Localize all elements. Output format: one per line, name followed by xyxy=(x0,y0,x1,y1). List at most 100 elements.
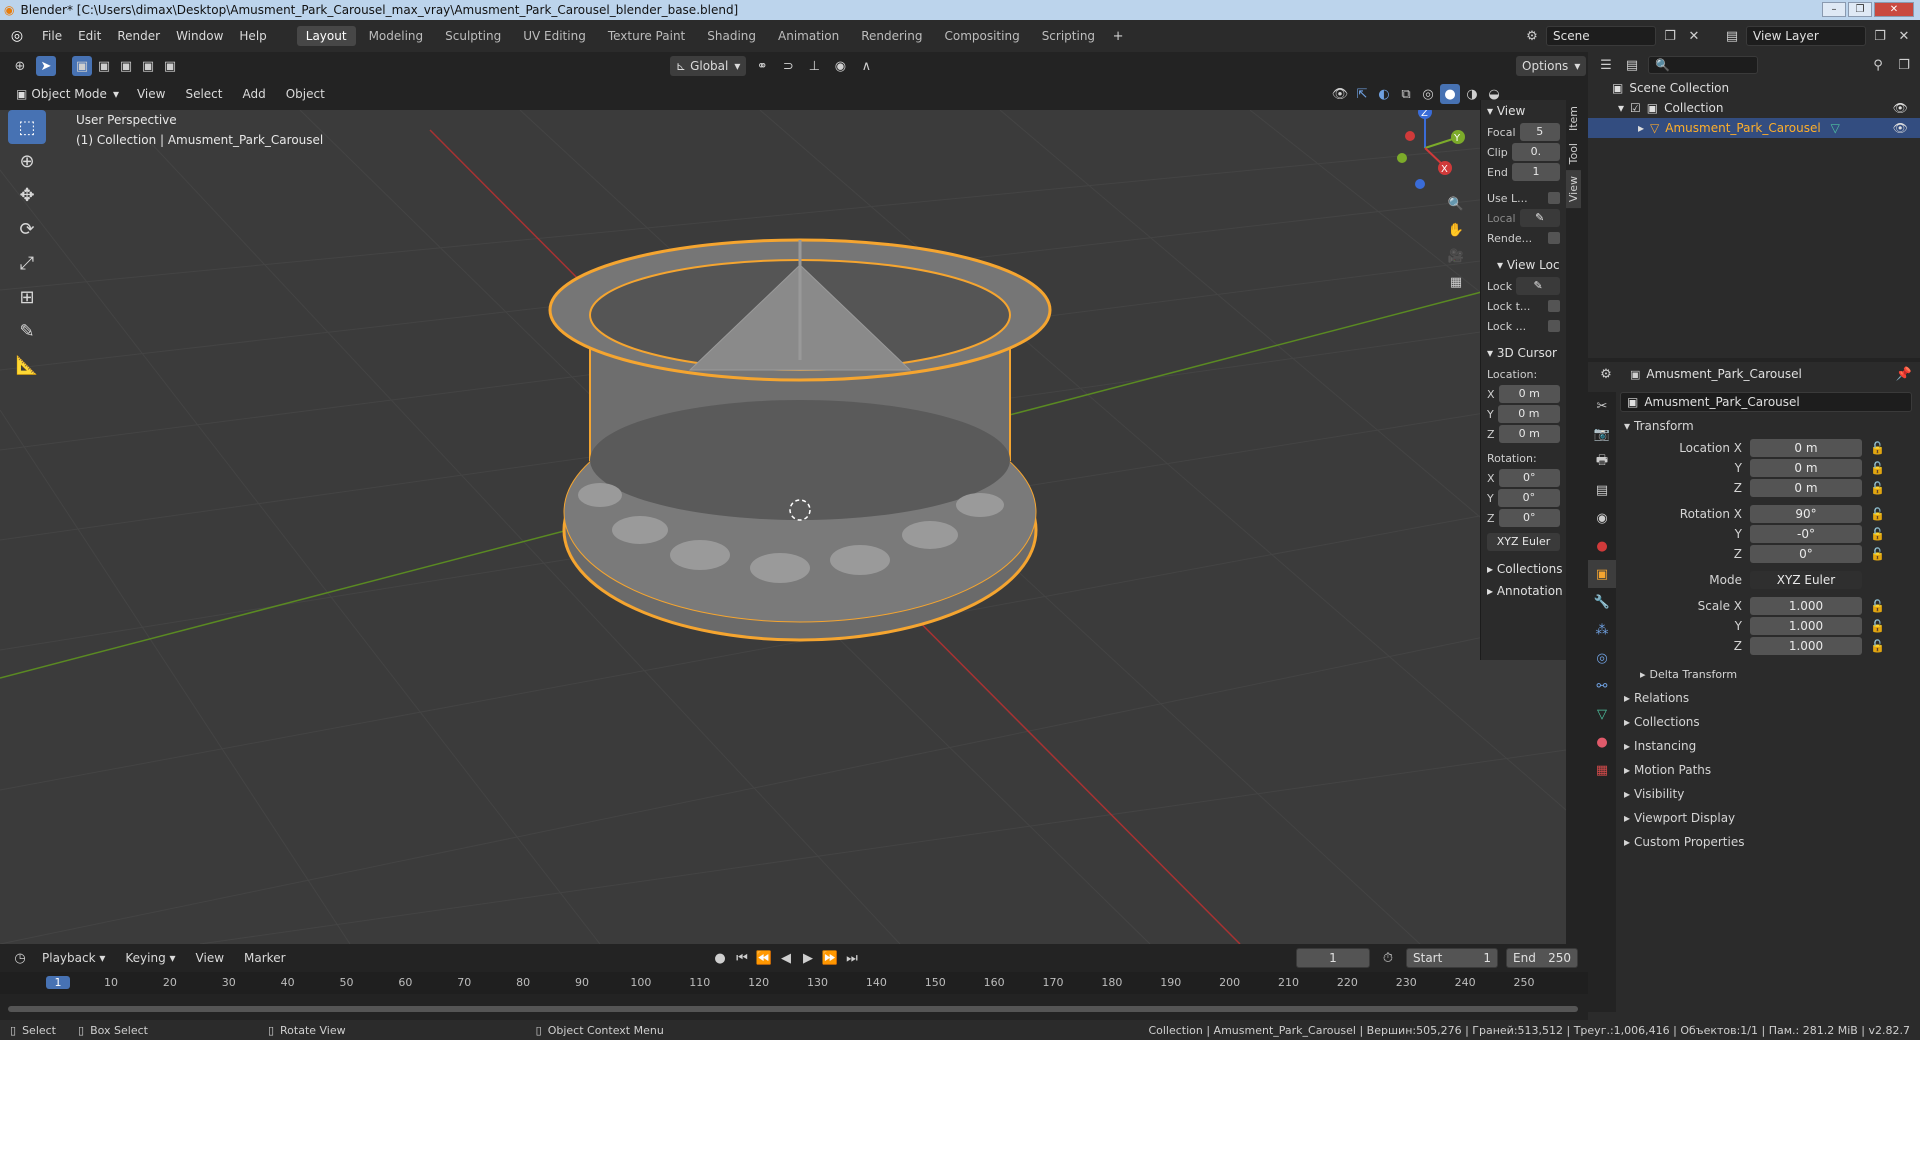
scene-tab-icon[interactable]: ◉ xyxy=(1588,504,1616,532)
location-z-field[interactable]: 0 m xyxy=(1750,479,1862,497)
object-tab-icon[interactable]: ▣ xyxy=(1588,560,1616,588)
jump-end-icon[interactable]: ⏭ xyxy=(842,948,862,968)
mode-dropdown[interactable]: ▣ Object Mode ▾ xyxy=(10,84,125,104)
prev-keyframe-icon[interactable]: ⏪ xyxy=(754,948,774,968)
clip-end-field[interactable]: 1 xyxy=(1511,163,1560,181)
current-frame-field[interactable]: 1 xyxy=(1296,948,1370,968)
next-keyframe-icon[interactable]: ⏩ xyxy=(820,948,840,968)
play-icon[interactable]: ▶ xyxy=(798,948,818,968)
lock-object-field[interactable]: ✎ xyxy=(1516,277,1560,295)
cursor-loc-x-field[interactable]: 0 m xyxy=(1498,385,1560,403)
camera-icon[interactable]: 🎥 xyxy=(1446,246,1466,266)
eye-icon[interactable]: 👁 xyxy=(1893,101,1908,115)
scene-icon[interactable]: ⚙ xyxy=(1522,26,1542,46)
lock-icon[interactable]: 🔓 xyxy=(1870,619,1885,633)
menu-file[interactable]: File xyxy=(34,29,70,43)
select-extend-icon[interactable]: ▣ xyxy=(94,56,114,76)
rotate-tool-icon[interactable]: ⟳ xyxy=(8,212,46,246)
tab-sculpting[interactable]: Sculpting xyxy=(436,26,510,46)
viewport-menu-select[interactable]: Select xyxy=(177,87,230,101)
clip-start-field[interactable]: 0. xyxy=(1511,143,1560,161)
annotations-panel-header[interactable]: ▸ Annotation xyxy=(1481,580,1566,602)
checkbox-icon[interactable]: ☑ xyxy=(1630,101,1641,115)
lock-camera-checkbox[interactable] xyxy=(1548,320,1560,332)
cursor-tool-icon[interactable]: ⊕ xyxy=(8,144,46,178)
tab-compositing[interactable]: Compositing xyxy=(935,26,1028,46)
collections-panel-header[interactable]: ▸ Collections xyxy=(1481,558,1566,580)
select-intersect-icon[interactable]: ▣ xyxy=(160,56,180,76)
tab-tool[interactable]: Tool xyxy=(1566,137,1581,170)
cursor-rot-z-field[interactable]: 0° xyxy=(1498,509,1560,527)
timeline-playback-menu[interactable]: Playback ▾ xyxy=(34,951,113,965)
tool-tab-icon[interactable]: ✂ xyxy=(1588,392,1616,420)
transform-tool-icon[interactable]: ⊞ xyxy=(8,280,46,314)
record-icon[interactable]: ● xyxy=(710,948,730,968)
lock-icon[interactable]: 🔓 xyxy=(1870,441,1885,455)
tab-view[interactable]: View xyxy=(1566,170,1581,209)
ortho-grid-icon[interactable]: ▦ xyxy=(1446,272,1466,292)
scene-field[interactable]: Scene xyxy=(1546,26,1656,46)
select-mode-icon[interactable]: ➤ xyxy=(36,56,56,76)
delta-transform-header[interactable]: ▸ Delta Transform xyxy=(1620,662,1916,686)
timeline-marker-menu[interactable]: Marker xyxy=(236,951,293,965)
overlay-icon[interactable]: ◐ xyxy=(1374,84,1394,104)
snap-target-icon[interactable]: ⊥ xyxy=(804,56,824,76)
shading-solid-icon[interactable]: ● xyxy=(1440,84,1460,104)
world-tab-icon[interactable]: ● xyxy=(1588,532,1616,560)
jump-start-icon[interactable]: ⏮ xyxy=(732,948,752,968)
focal-length-field[interactable]: 5 xyxy=(1519,123,1560,141)
select-invert-icon[interactable]: ▣ xyxy=(138,56,158,76)
pin-icon[interactable]: 📌 xyxy=(1894,364,1914,384)
select-box-tool-icon[interactable]: ⬚ xyxy=(8,110,46,144)
lock-icon[interactable]: 🔓 xyxy=(1870,547,1885,561)
rotation-z-field[interactable]: 0° xyxy=(1750,545,1862,563)
outliner-editor-icon[interactable]: ☰ xyxy=(1596,55,1616,75)
viewport-menu-add[interactable]: Add xyxy=(234,87,273,101)
scale-y-field[interactable]: 1.000 xyxy=(1750,617,1862,635)
outliner-collection[interactable]: ▾ ☑ ▣ Collection 👁 xyxy=(1588,98,1920,118)
custom-properties-panel-header[interactable]: ▸ Custom Properties xyxy=(1620,830,1916,854)
lock-icon[interactable]: 🔓 xyxy=(1870,639,1885,653)
menu-render[interactable]: Render xyxy=(109,29,168,43)
transform-panel-header[interactable]: ▾ Transform xyxy=(1620,414,1916,438)
editor-type-icon[interactable]: ⊕ xyxy=(10,56,30,76)
end-frame-field[interactable]: End 250 xyxy=(1506,948,1578,968)
scale-x-field[interactable]: 1.000 xyxy=(1750,597,1862,615)
options-dropdown[interactable]: Options ▾ xyxy=(1516,56,1587,76)
scale-tool-icon[interactable]: ⤢ xyxy=(8,246,46,280)
zoom-icon[interactable]: 🔍 xyxy=(1446,194,1466,214)
render-region-checkbox[interactable] xyxy=(1548,232,1560,244)
lock-icon[interactable]: 🔓 xyxy=(1870,599,1885,613)
blender-menu-icon[interactable]: ◎ xyxy=(0,28,34,44)
new-collection-icon[interactable]: ❐ xyxy=(1894,55,1914,75)
view-layer-field[interactable]: View Layer xyxy=(1746,26,1866,46)
timeline-view-menu[interactable]: View xyxy=(188,951,232,965)
particles-tab-icon[interactable]: ⁂ xyxy=(1588,616,1616,644)
cursor-loc-y-field[interactable]: 0 m xyxy=(1497,405,1560,423)
shading-material-icon[interactable]: ◑ xyxy=(1462,84,1482,104)
view-lock-header[interactable]: ▾ View Loc xyxy=(1481,254,1566,276)
lock-icon[interactable]: 🔓 xyxy=(1870,527,1885,541)
cursor-rot-y-field[interactable]: 0° xyxy=(1497,489,1560,507)
frame-ruler[interactable]: 1 10 20 30 40 50 60 70 80 90 100 110 120 130 140 150 160… xyxy=(0,972,1588,994)
outliner-scene-collection[interactable]: ▣ Scene Collection xyxy=(1588,78,1920,98)
minimize-button[interactable]: – xyxy=(1822,2,1846,17)
visibility-icon[interactable]: 👁 xyxy=(1330,84,1350,104)
view-layer-icon[interactable]: ▤ xyxy=(1722,26,1742,46)
falloff-icon[interactable]: ∧ xyxy=(856,56,876,76)
pivot-icon[interactable]: ⚭ xyxy=(752,56,772,76)
expand-arrow-icon[interactable]: ▾ xyxy=(1618,101,1624,115)
carousel-model[interactable] xyxy=(548,238,1052,642)
cursor-rotation-mode-dropdown[interactable]: XYZ Euler xyxy=(1487,533,1560,551)
annotate-tool-icon[interactable]: ✎ xyxy=(8,314,46,348)
cursor-rot-x-field[interactable]: 0° xyxy=(1498,469,1560,487)
modifier-tab-icon[interactable]: 🔧 xyxy=(1588,588,1616,616)
outliner-object-row[interactable]: ▸ ▽ Amusment_Park_Carousel ▽ 👁 xyxy=(1588,118,1920,138)
orientation-dropdown[interactable]: ⊾ Global ▾ xyxy=(670,56,747,76)
menu-window[interactable]: Window xyxy=(168,29,231,43)
menu-edit[interactable]: Edit xyxy=(70,29,109,43)
rotation-x-field[interactable]: 90° xyxy=(1750,505,1862,523)
navigation-gizmo[interactable]: Z Y X xyxy=(1380,110,1470,200)
viewport-menu-view[interactable]: View xyxy=(129,87,173,101)
pan-hand-icon[interactable]: ✋ xyxy=(1446,220,1466,240)
